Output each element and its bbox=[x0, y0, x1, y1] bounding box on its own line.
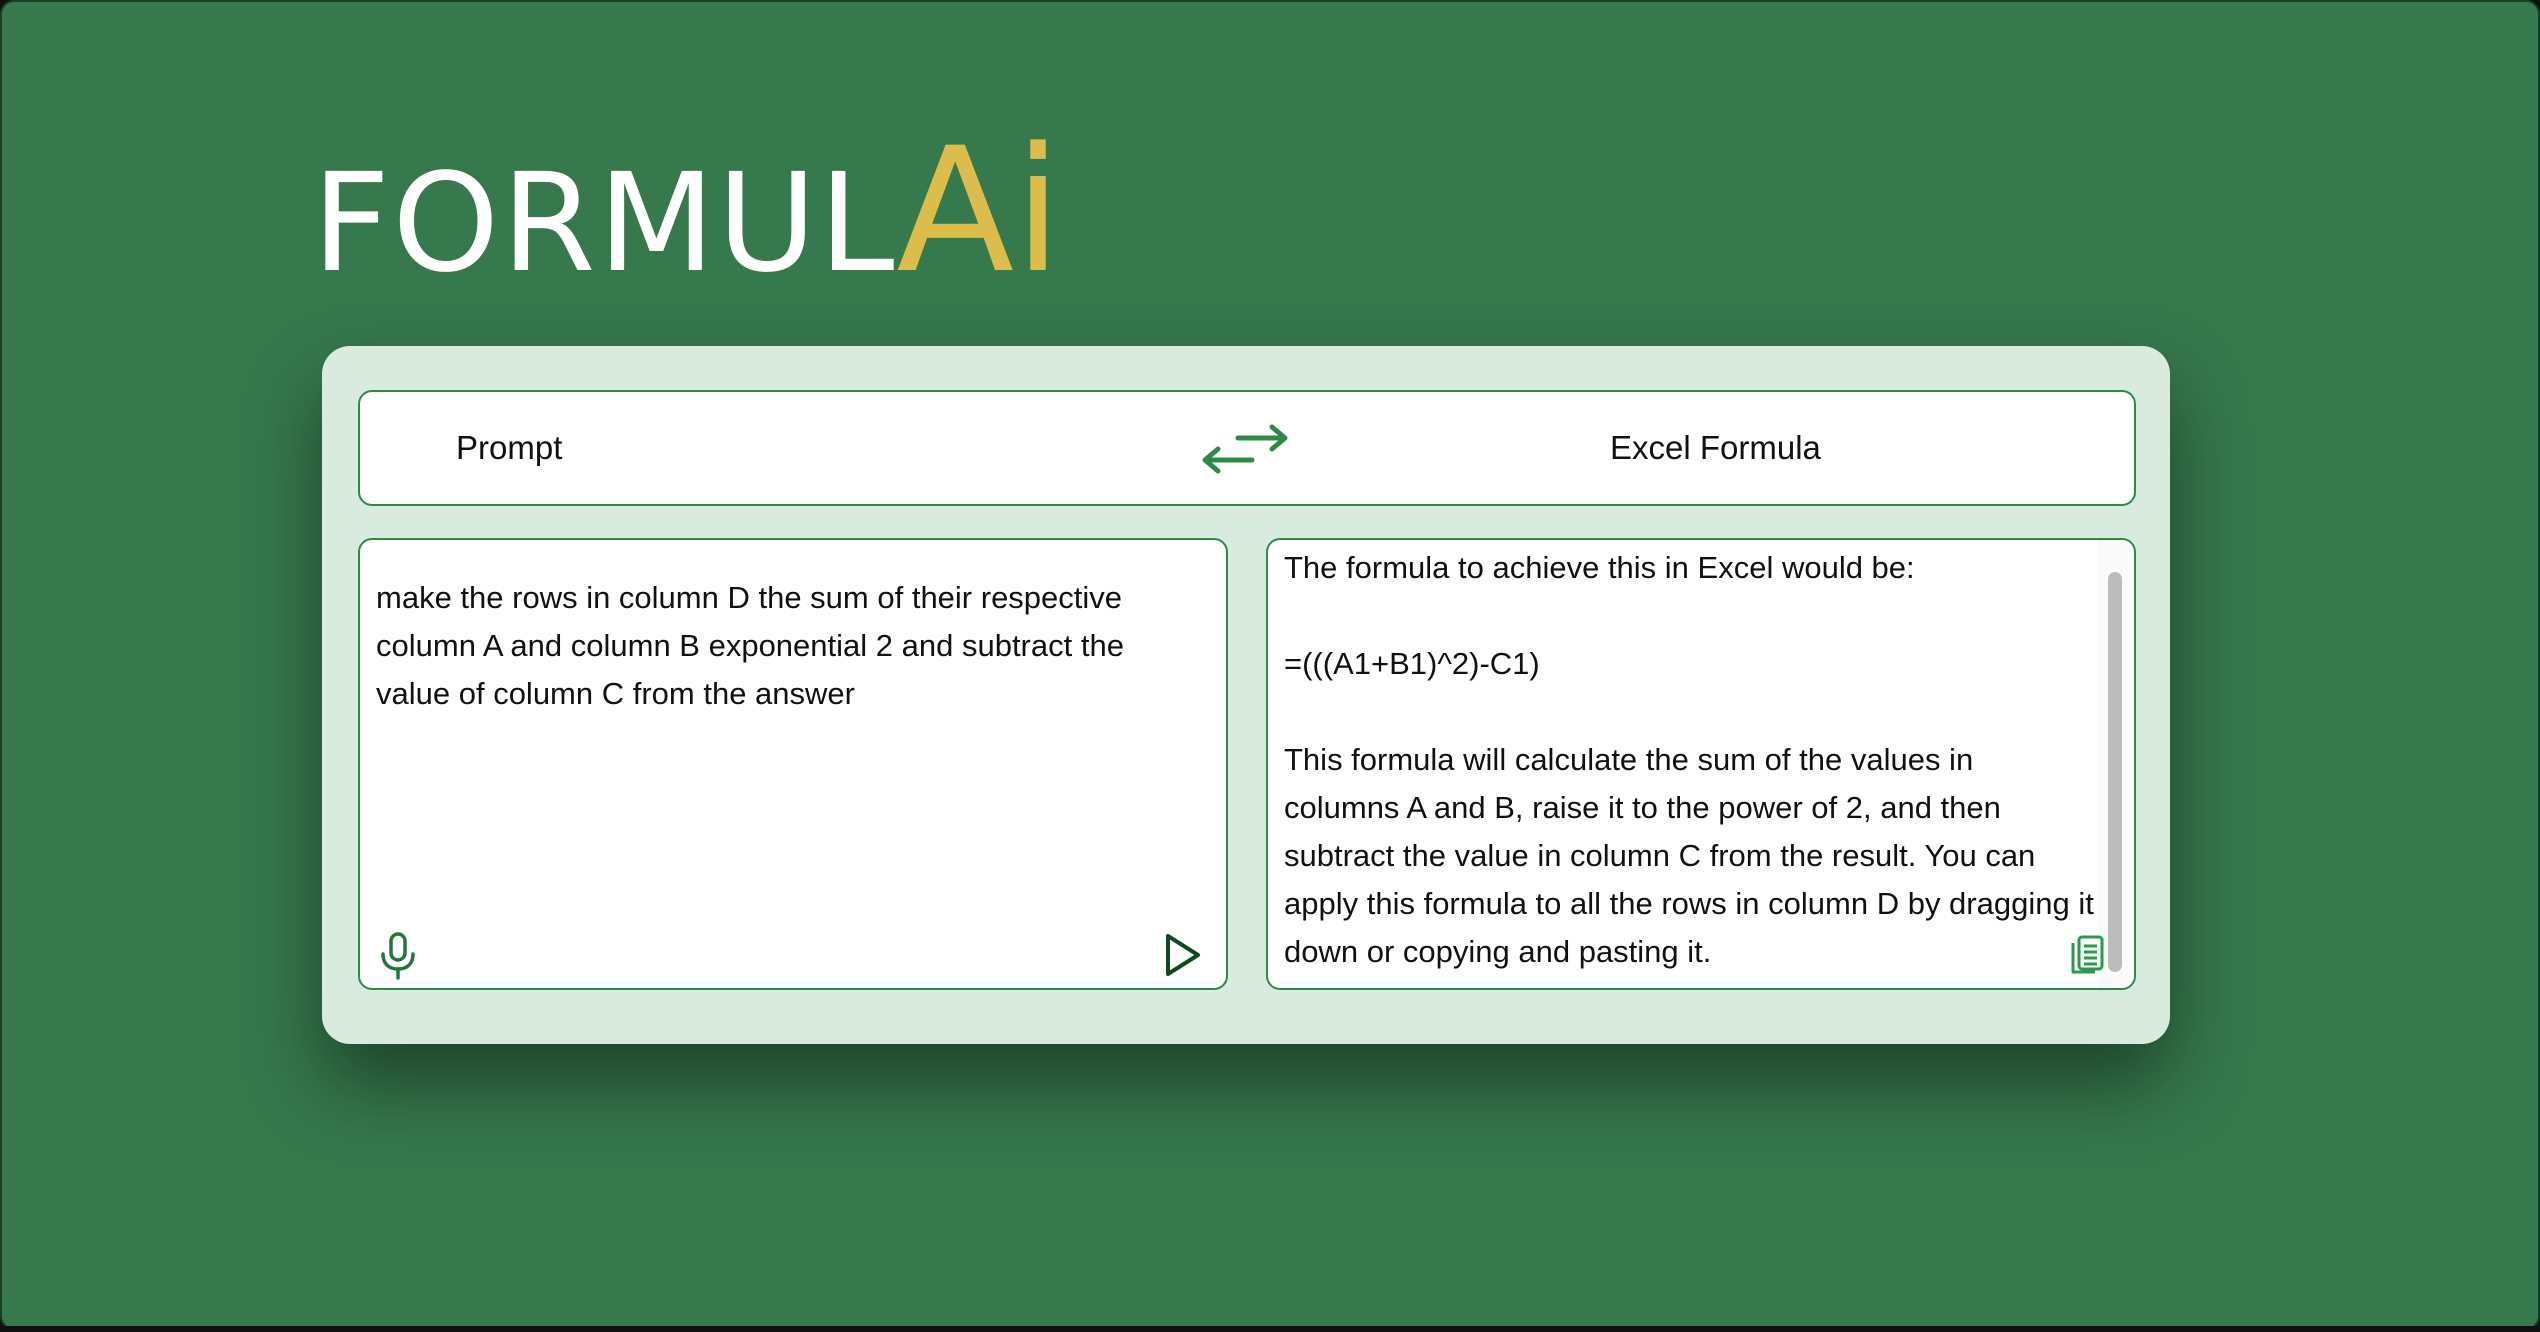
microphone-icon[interactable] bbox=[378, 932, 418, 980]
mode-bar: Prompt Excel Formula bbox=[358, 390, 2136, 506]
logo-accent-text: Ai bbox=[896, 110, 1062, 311]
copy-icon[interactable] bbox=[2068, 934, 2106, 978]
logo-base-text: FORMUL bbox=[312, 145, 897, 303]
scrollbar-thumb[interactable] bbox=[2108, 572, 2122, 972]
bottom-edge bbox=[0, 1326, 2540, 1332]
main-card: Prompt Excel Formula make the rows in co… bbox=[322, 346, 2170, 1044]
swap-arrows-icon[interactable] bbox=[1196, 420, 1296, 478]
result-scrollbar[interactable] bbox=[2098, 540, 2132, 988]
send-icon[interactable] bbox=[1162, 932, 1202, 978]
mode-excel-formula-label: Excel Formula bbox=[1610, 429, 1821, 466]
app-logo: FORMULAi bbox=[312, 110, 1062, 311]
mode-prompt-label: Prompt bbox=[456, 429, 563, 466]
prompt-panel[interactable]: make the rows in column D the sum of the… bbox=[358, 538, 1228, 990]
result-panel: The formula to achieve this in Excel wou… bbox=[1266, 538, 2136, 990]
formula-output: The formula to achieve this in Excel wou… bbox=[1284, 550, 2094, 969]
prompt-input[interactable]: make the rows in column D the sum of the… bbox=[376, 574, 1196, 718]
app-window: FORMULAi Prompt Excel Formula make the r… bbox=[0, 0, 2540, 1330]
